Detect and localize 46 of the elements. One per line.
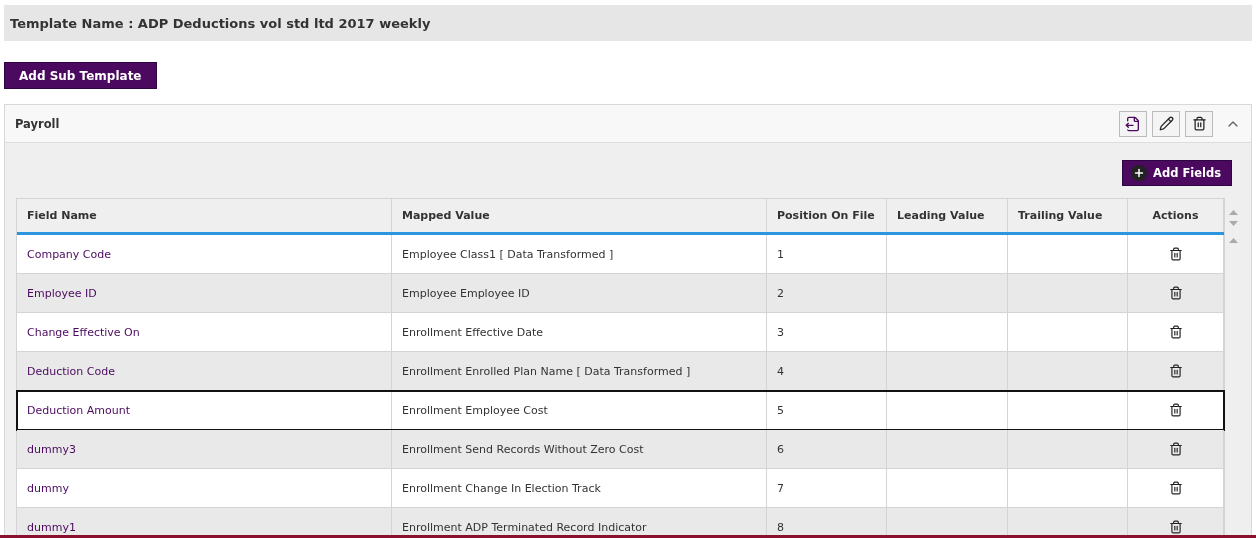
delete-icon[interactable]	[1168, 364, 1183, 378]
column-header: Position On File	[767, 199, 887, 232]
position-cell: 6	[767, 430, 887, 468]
column-header: Actions	[1128, 199, 1224, 232]
add-sub-template-button[interactable]: Add Sub Template	[4, 62, 157, 89]
panel-title: Payroll	[15, 116, 61, 131]
delete-icon[interactable]	[1168, 403, 1183, 417]
mapped-value-cell: Enrollment Effective Date	[392, 313, 767, 351]
plus-icon	[1133, 167, 1145, 179]
pencil-icon	[1158, 116, 1174, 131]
position-cell: 1	[767, 235, 887, 273]
mapped-value-cell: Employee Class1 [ Data Transformed ]	[392, 235, 767, 273]
delete-icon[interactable]	[1168, 442, 1183, 456]
field-name-cell[interactable]: dummy	[17, 469, 392, 507]
delete-icon[interactable]	[1168, 325, 1183, 339]
column-header: Trailing Value	[1008, 199, 1128, 232]
position-cell: 8	[767, 508, 887, 535]
delete-icon[interactable]	[1168, 481, 1183, 495]
add-fields-button[interactable]: Add Fields	[1122, 160, 1232, 186]
template-title: Template Name : ADP Deductions vol std ltd 2017 weekly	[10, 15, 431, 31]
delete-icon[interactable]	[1168, 520, 1183, 534]
delete-icon[interactable]	[1168, 247, 1183, 261]
mapped-value-cell: Enrollment Change In Election Track	[392, 469, 767, 507]
column-header: Field Name	[17, 199, 392, 232]
field-name-cell[interactable]: Company Code	[17, 235, 392, 273]
field-name-cell[interactable]: Change Effective On	[17, 313, 392, 351]
column-header: Leading Value	[887, 199, 1008, 232]
position-cell: 3	[767, 313, 887, 351]
field-name-cell[interactable]: dummy3	[17, 430, 392, 468]
delete-icon[interactable]	[1168, 286, 1183, 300]
field-name-cell[interactable]: Deduction Amount	[17, 391, 392, 429]
field-name-cell[interactable]: Employee ID	[17, 274, 392, 312]
trash-icon	[1191, 116, 1207, 131]
mapped-value-cell: Enrollment Employee Cost	[392, 391, 767, 429]
file-export-icon	[1125, 115, 1141, 132]
delete-button[interactable]	[1185, 110, 1213, 137]
mapped-value-cell: Employee Employee ID	[392, 274, 767, 312]
position-cell: 5	[767, 391, 887, 429]
position-cell: 7	[767, 469, 887, 507]
field-name-cell[interactable]: dummy1	[17, 508, 392, 535]
export-button[interactable]	[1119, 110, 1147, 137]
mapped-value-cell: Enrollment ADP Terminated Record Indicator	[392, 508, 767, 535]
column-header: Mapped Value	[392, 199, 767, 232]
position-cell: 2	[767, 274, 887, 312]
edit-button[interactable]	[1152, 110, 1180, 137]
mapped-value-cell: Enrollment Send Records Without Zero Cost	[392, 430, 767, 468]
